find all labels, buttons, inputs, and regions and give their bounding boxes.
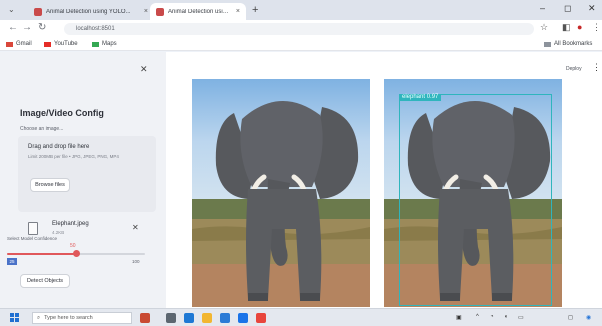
browser-tab-2[interactable]: Animal Detection using YOLO... × (150, 3, 246, 20)
bookmark-label: YouTube (54, 41, 78, 47)
tab-close-icon[interactable]: × (144, 8, 148, 15)
browser-window: ⌄ Animal Detection using YOLO... × Anima… (0, 0, 602, 326)
slider-min-value: 25 (7, 258, 17, 265)
dropzone-limit: Limit 200MB per file • JPG, JPEG, PNG, M… (28, 154, 119, 159)
bookmark-label: Gmail (16, 41, 32, 47)
tab-close-icon[interactable]: × (236, 8, 240, 15)
elephant-photo (192, 79, 370, 307)
slider-fill (7, 253, 76, 255)
file-dropzone[interactable]: Drag and drop file here Limit 200MB per … (18, 136, 156, 212)
confidence-slider-value: 50 (70, 243, 76, 249)
folder-icon (544, 41, 551, 47)
sidebar-title: Image/Video Config (20, 108, 104, 118)
extensions-icon[interactable]: ◧ (562, 22, 571, 33)
tab-search-icon[interactable]: ⌄ (8, 5, 15, 14)
tray-chevron-icon[interactable]: ^ (476, 314, 479, 320)
browse-files-button[interactable]: Browse files (30, 178, 70, 192)
file-icon (28, 222, 38, 235)
minimize-icon[interactable]: – (540, 3, 545, 13)
slider-max-value: 100 (132, 259, 140, 264)
original-image (192, 79, 370, 307)
bookmarks-bar: Gmail YouTube Maps All Bookmarks (0, 38, 602, 51)
forward-icon[interactable]: → (22, 22, 32, 33)
taskbar-search-placeholder: Type here to search (44, 315, 93, 321)
taskbar-search-box[interactable]: ⌕ Type here to search (32, 312, 132, 324)
back-icon[interactable]: ← (8, 22, 18, 33)
file-explorer-icon[interactable] (202, 313, 212, 323)
bookmark-maps[interactable]: Maps (92, 41, 117, 47)
slider-thumb[interactable] (73, 250, 80, 257)
battery-icon[interactable]: ▭ (518, 314, 524, 321)
browser-toolbar: ← → ↻ localhost:8501 ☆ ◧ ● ⋮ (0, 20, 602, 38)
detected-image: elephant 0.97 (384, 79, 562, 307)
tab-title: Animal Detection using YOLO... (46, 8, 131, 15)
bookmark-gmail[interactable]: Gmail (6, 41, 32, 47)
all-bookmarks[interactable]: All Bookmarks (544, 41, 592, 47)
app-menu-icon[interactable]: ⋮ (592, 62, 601, 73)
dropzone-title: Drag and drop file here (28, 144, 90, 150)
address-text: localhost:8501 (76, 26, 115, 32)
tray-icon[interactable]: ▣ (456, 314, 462, 321)
store-icon[interactable] (220, 313, 230, 323)
detect-objects-button[interactable]: Detect Objects (20, 274, 70, 288)
volume-icon[interactable]: ◖ (504, 314, 508, 320)
windows-start-icon[interactable] (10, 313, 19, 322)
new-tab-icon[interactable]: + (252, 4, 258, 16)
copilot-icon[interactable]: ◉ (586, 314, 591, 321)
gmail-icon (6, 41, 13, 47)
search-icon: ⌕ (37, 314, 41, 321)
close-window-icon[interactable]: ✕ (588, 3, 596, 14)
notifications-icon[interactable]: ◻ (568, 314, 573, 321)
reload-icon[interactable]: ↻ (38, 22, 46, 33)
all-bookmarks-label: All Bookmarks (554, 41, 593, 47)
main-content: Deploy ⋮ elephant 0.97 (166, 52, 602, 308)
profile-icon[interactable]: ● (577, 22, 582, 32)
file-uploader-label: Choose an image... (20, 126, 64, 132)
maps-icon (92, 41, 99, 47)
file-size: 4.2KB (52, 230, 65, 235)
confidence-slider-label: Select Model Confidence (7, 236, 58, 241)
task-view-icon[interactable] (166, 313, 176, 323)
deploy-button[interactable]: Deploy (566, 66, 582, 72)
chrome-icon[interactable] (256, 313, 266, 323)
detection-bounding-box (399, 94, 552, 306)
close-sidebar-icon[interactable]: ✕ (140, 64, 148, 75)
sidebar: ✕ Image/Video Config Choose an image... … (0, 52, 166, 308)
tab-strip: ⌄ Animal Detection using YOLO... × Anima… (0, 0, 602, 20)
tab-title: Animal Detection using YOLO... (168, 8, 232, 15)
vscode-icon[interactable] (238, 313, 248, 323)
youtube-icon (44, 41, 51, 47)
maximize-icon[interactable]: ◻ (564, 3, 571, 14)
address-bar[interactable]: localhost:8501 (64, 23, 534, 35)
network-icon[interactable]: ◔ (490, 314, 494, 320)
file-name: Elephant.jpeg (52, 221, 89, 227)
confidence-slider[interactable] (7, 250, 145, 257)
browser-tab-1[interactable]: Animal Detection using YOLO... × (28, 3, 154, 20)
browser-menu-icon[interactable]: ⋮ (592, 22, 601, 33)
tab-favicon-icon (156, 7, 164, 16)
tab-favicon-icon (34, 7, 42, 16)
app-icon[interactable] (140, 313, 150, 323)
detection-label: elephant 0.97 (399, 94, 442, 101)
bookmark-label: Maps (102, 41, 117, 47)
taskbar: ⌕ Type here to search ▣ ^ ◔ ◖ ▭ ◻ ◉ (0, 308, 602, 326)
edge-icon[interactable] (184, 313, 194, 323)
remove-file-icon[interactable]: ✕ (132, 223, 139, 232)
bookmark-youtube[interactable]: YouTube (44, 41, 78, 47)
streamlit-page: ✕ Image/Video Config Choose an image... … (0, 52, 602, 308)
bookmark-star-icon[interactable]: ☆ (540, 22, 548, 33)
